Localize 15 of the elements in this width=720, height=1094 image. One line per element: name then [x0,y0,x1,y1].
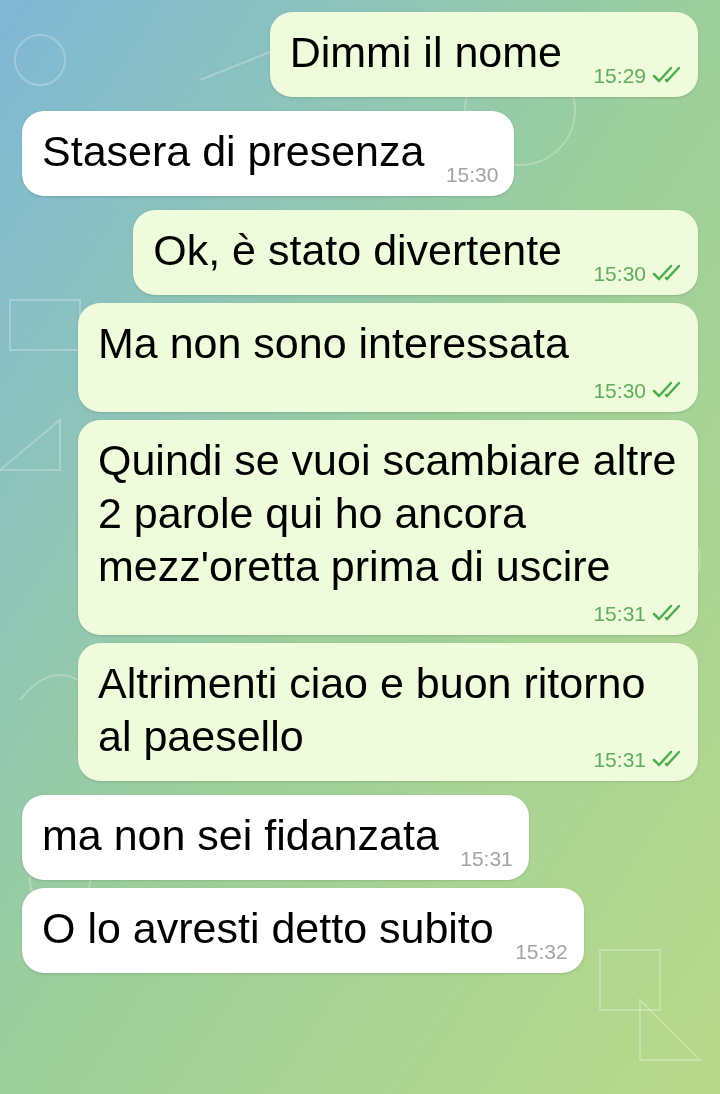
message-time: 15:30 [593,377,646,404]
message-time: 15:31 [593,600,646,627]
message-time: 15:30 [445,161,499,188]
message-time: 15:31 [593,746,646,773]
message-text: Stasera di presenza [42,127,425,175]
message-time: 15:30 [593,260,646,287]
message-time: 15:29 [593,62,646,89]
message-time: 15:31 [460,845,513,872]
message-text: Ok, è stato divertente [153,226,562,274]
message-text: Dimmi il nome [289,28,562,76]
message-time: 15:32 [515,938,568,965]
message-text: ma non sei fidanzata [42,811,439,859]
message-text: Quindi se vuoi scambiare altre 2 parole qui ho ancora mezz'oretta prima di uscire [98,436,677,590]
message-text: O lo avresti detto subito [42,904,494,952]
message-text: Ma non sono interessata [98,319,569,367]
